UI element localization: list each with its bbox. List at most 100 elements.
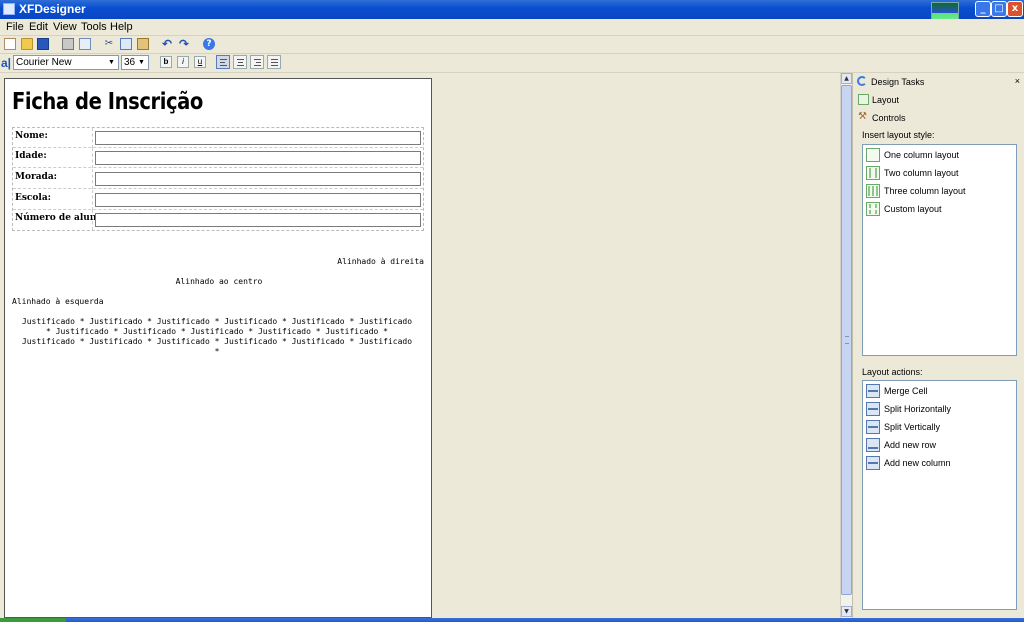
app-icon: [3, 3, 15, 15]
scroll-down-button[interactable]: ▼: [841, 606, 852, 617]
taskbar: [0, 618, 1024, 622]
font-family-value: Courier New: [16, 57, 72, 68]
list-item-label: Two column layout: [884, 168, 959, 178]
one-column-layout-icon: [866, 148, 880, 162]
chevron-down-icon: ▼: [108, 59, 115, 66]
cell-divider: [92, 190, 93, 210]
open-folder-icon[interactable]: [21, 38, 33, 50]
document-title[interactable]: Ficha de Inscrição: [12, 89, 203, 115]
escola-field[interactable]: [95, 193, 421, 207]
form-row-numero-aluno: Número de aluno:: [13, 210, 423, 230]
scroll-up-button[interactable]: ▲: [841, 73, 852, 84]
minimize-button[interactable]: _: [975, 1, 991, 17]
layout-link[interactable]: Layout: [857, 94, 1017, 108]
window-title: XFDesigner: [19, 2, 86, 16]
font-size-value: 36: [124, 57, 136, 68]
align-center-button[interactable]: [233, 55, 247, 69]
add-new-column-action[interactable]: Add new column: [865, 455, 1015, 471]
paste-icon[interactable]: [137, 38, 149, 50]
align-justify-button[interactable]: [267, 55, 281, 69]
design-tasks-panel: Design Tasks × Layout ⚒ Controls Insert …: [852, 73, 1024, 618]
print-preview-icon[interactable]: [79, 38, 91, 50]
layout-style-list: One column layout Two column layout Thre…: [862, 144, 1017, 356]
save-icon[interactable]: [37, 38, 49, 50]
list-item-label: Custom layout: [884, 204, 942, 214]
field-label: Idade:: [15, 151, 47, 161]
cell-divider: [92, 128, 93, 148]
bold-button[interactable]: b: [160, 56, 172, 68]
panel-title: Design Tasks: [871, 77, 925, 87]
form-row-nome: Nome:: [13, 128, 423, 148]
align-left-paragraph[interactable]: Alinhado à esquerda: [12, 297, 104, 306]
menu-edit[interactable]: Edit: [29, 21, 48, 33]
menu-tools[interactable]: Tools: [81, 21, 107, 33]
font-family-select[interactable]: Courier New ▼: [13, 55, 119, 70]
cell-divider: [92, 169, 93, 189]
print-icon[interactable]: [62, 38, 74, 50]
panel-header: Design Tasks ×: [853, 74, 1024, 90]
layout-style-custom[interactable]: Custom layout: [865, 201, 1015, 217]
insert-layout-label: Insert layout style:: [862, 130, 935, 140]
help-icon[interactable]: ?: [203, 38, 215, 50]
font-size-select[interactable]: 36 ▼: [121, 55, 149, 70]
idade-field[interactable]: [95, 151, 421, 165]
list-item-label: Three column layout: [884, 186, 966, 196]
justified-line: * Justificado * Justificado * Justificad…: [46, 327, 388, 336]
redo-icon[interactable]: ↷: [178, 38, 190, 50]
numero-aluno-field[interactable]: [95, 213, 421, 227]
add-new-row-action[interactable]: Add new row: [865, 437, 1015, 453]
layout-icon: [858, 94, 869, 105]
maximize-button[interactable]: □: [991, 1, 1007, 17]
copy-icon[interactable]: [120, 38, 132, 50]
layout-style-one-column[interactable]: One column layout: [865, 147, 1015, 163]
form-document[interactable]: Ficha de Inscrição Nome: Idade: Morada: …: [4, 78, 432, 618]
new-document-icon[interactable]: [4, 38, 16, 50]
justified-paragraph[interactable]: Justificado * Justificado * Justificado …: [13, 317, 421, 357]
layout-style-two-column[interactable]: Two column layout: [865, 165, 1015, 181]
menu-file[interactable]: File: [6, 21, 24, 33]
merge-cell-action[interactable]: Merge Cell: [865, 383, 1015, 399]
split-horizontally-action[interactable]: Split Horizontally: [865, 401, 1015, 417]
layout-style-three-column[interactable]: Three column layout: [865, 183, 1015, 199]
underline-button[interactable]: u: [194, 56, 206, 68]
standard-toolbar: ✂ ↶ ↷ ?: [0, 36, 1024, 54]
tools-icon: ⚒: [858, 111, 867, 122]
split-vertically-icon: [866, 420, 880, 434]
justified-line: Justificado * Justificado * Justificado …: [21, 317, 413, 326]
add-row-icon: [866, 438, 880, 452]
undo-icon[interactable]: ↶: [161, 38, 173, 50]
menu-view[interactable]: View: [53, 21, 77, 33]
form-row-morada: Morada:: [13, 169, 423, 189]
canvas-vertical-scrollbar[interactable]: ▲ ▼: [840, 73, 852, 618]
field-label: Morada:: [15, 172, 57, 182]
close-window-button[interactable]: x: [1007, 1, 1023, 17]
form-row-escola: Escola:: [13, 190, 423, 210]
panel-close-button[interactable]: ×: [1015, 76, 1020, 86]
align-center-paragraph[interactable]: Alinhado ao centro: [5, 277, 433, 286]
menu-help[interactable]: Help: [110, 21, 133, 33]
two-column-layout-icon: [866, 166, 880, 180]
title-bar: XFDesigner _ □ x: [0, 0, 1024, 26]
list-item-label: Split Horizontally: [884, 404, 952, 414]
morada-field[interactable]: [95, 172, 421, 186]
design-canvas[interactable]: Ficha de Inscrição Nome: Idade: Morada: …: [0, 73, 840, 618]
split-horizontally-icon: [866, 402, 880, 416]
add-column-icon: [866, 456, 880, 470]
align-right-paragraph[interactable]: Alinhado à direita: [337, 257, 424, 266]
layout-link-label: Layout: [872, 95, 900, 105]
start-button[interactable]: [0, 618, 66, 622]
list-item-label: Merge Cell: [884, 386, 928, 396]
cell-divider: [92, 210, 93, 230]
scroll-thumb[interactable]: [841, 85, 852, 595]
split-vertically-action[interactable]: Split Vertically: [865, 419, 1015, 435]
italic-button[interactable]: i: [177, 56, 189, 68]
field-label: Escola:: [15, 193, 51, 203]
controls-link-label: Controls: [872, 113, 906, 123]
controls-link[interactable]: ⚒ Controls: [857, 112, 1017, 126]
layout-actions-list: Merge Cell Split Horizontally Split Vert…: [862, 380, 1017, 610]
nome-field[interactable]: [95, 131, 421, 145]
align-left-button[interactable]: [216, 55, 230, 69]
align-right-button[interactable]: [250, 55, 264, 69]
form-table[interactable]: Nome: Idade: Morada: Escola: Número de a: [12, 127, 424, 231]
cut-icon[interactable]: ✂: [103, 38, 115, 50]
